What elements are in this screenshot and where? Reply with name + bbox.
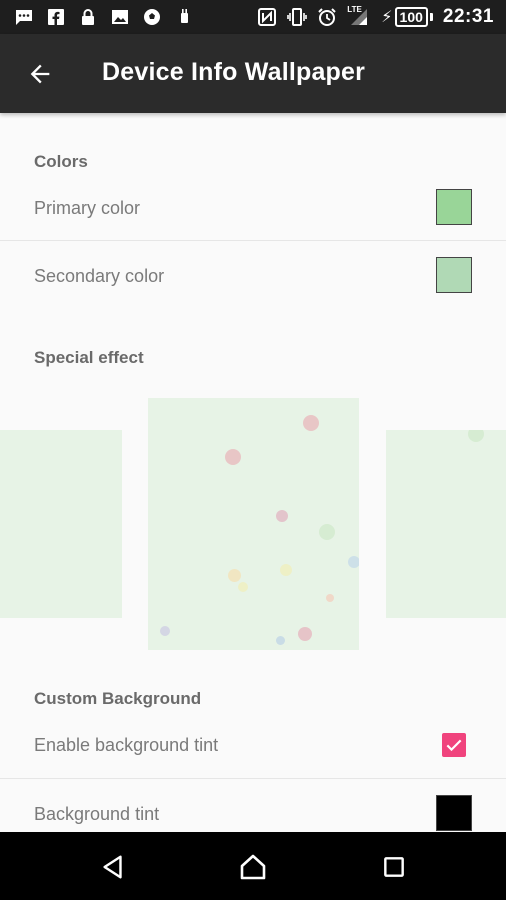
vibrate-icon <box>287 7 308 27</box>
particle <box>319 524 335 540</box>
app-bar: Device Info Wallpaper <box>0 34 506 113</box>
status-time: 22:31 <box>442 6 494 27</box>
signal-icon: LTE <box>347 5 371 27</box>
enable-tint-label: Enable background tint <box>34 735 219 755</box>
particle <box>468 430 484 442</box>
arrow-back-icon <box>30 64 50 84</box>
recents-icon <box>384 857 404 877</box>
particle <box>160 626 170 636</box>
primary-color-row[interactable]: Primary color <box>0 180 506 240</box>
battery-indicator: ⚡ 100 <box>381 7 433 27</box>
section-header-custom-background: Custom Background <box>34 689 202 708</box>
particle <box>298 627 312 641</box>
particle <box>280 564 292 576</box>
navigation-bar <box>0 832 506 900</box>
soccer-ball-icon <box>142 7 162 27</box>
background-tint-row[interactable]: Background tint <box>0 779 506 832</box>
section-header-colors: Colors <box>34 152 88 171</box>
effect-preview-left[interactable] <box>0 430 122 618</box>
back-button[interactable] <box>22 56 58 92</box>
nfc-icon <box>257 7 277 27</box>
particle <box>238 582 248 592</box>
primary-color-label: Primary color <box>34 198 141 218</box>
particle <box>276 636 285 645</box>
particle <box>276 510 288 522</box>
secondary-color-swatch[interactable] <box>436 257 472 293</box>
lock-icon <box>78 7 98 27</box>
particle <box>348 556 359 568</box>
alarm-icon <box>317 7 337 27</box>
secondary-color-label: Secondary color <box>34 266 165 286</box>
background-tint-swatch[interactable] <box>436 795 472 831</box>
particle <box>303 415 319 431</box>
page-title: Device Info Wallpaper <box>102 58 366 86</box>
chat-icon <box>14 7 34 27</box>
facebook-icon <box>46 7 66 27</box>
section-header-special-effect: Special effect <box>34 348 144 367</box>
nav-recents-button[interactable] <box>377 850 411 884</box>
effect-preview-right[interactable] <box>386 430 506 618</box>
particle <box>225 449 241 465</box>
power-icon <box>174 7 194 27</box>
particle <box>326 594 334 602</box>
check-icon <box>446 739 462 752</box>
nav-home-button[interactable] <box>236 850 270 884</box>
enable-tint-checkbox[interactable] <box>442 733 466 757</box>
particle <box>228 569 241 582</box>
home-icon <box>240 854 266 880</box>
enable-tint-row[interactable]: Enable background tint <box>0 716 506 778</box>
background-tint-label: Background tint <box>34 804 160 824</box>
effect-preview-center[interactable] <box>148 398 359 650</box>
nav-back-button[interactable] <box>96 850 130 884</box>
secondary-color-row[interactable]: Secondary color <box>0 241 506 309</box>
charging-icon: ⚡ <box>381 9 393 26</box>
triangle-back-icon <box>103 855 122 879</box>
status-bar: LTE ⚡ 100 22:31 <box>0 0 506 34</box>
image-icon <box>110 7 130 27</box>
primary-color-swatch[interactable] <box>436 189 472 225</box>
